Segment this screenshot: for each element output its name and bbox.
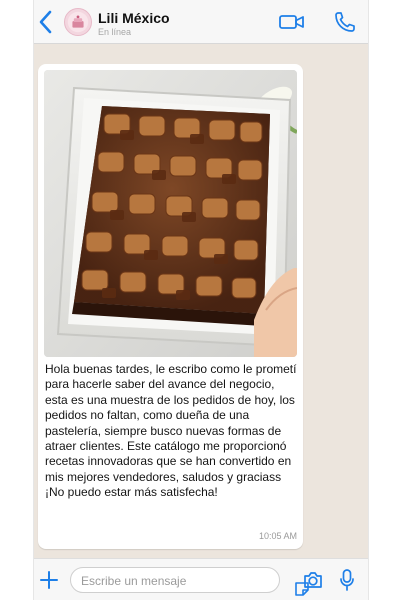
cake-logo-icon — [67, 11, 89, 33]
chevron-left-icon[interactable] — [36, 9, 56, 35]
message-photo[interactable] — [44, 70, 297, 357]
avatar[interactable] — [64, 8, 92, 36]
message-bubble[interactable]: Hola buenas tardes, le escribo como le p… — [38, 64, 303, 549]
message-input[interactable]: Escribe un mensaje — [70, 567, 309, 596]
plus-icon[interactable] — [39, 570, 59, 590]
contact-status: En línea — [98, 27, 132, 37]
input-bar: Escribe un mensaje — [34, 558, 368, 600]
brownie-photo — [44, 70, 297, 357]
message-time: 10:05 AM — [258, 531, 297, 541]
frame-edge-right — [368, 0, 369, 600]
phone-icon[interactable] — [333, 10, 357, 34]
microphone-icon[interactable] — [339, 568, 355, 592]
chat-screen: Lili México En línea Hola buenas tardes,… — [34, 0, 368, 600]
chat-header: Lili México En línea — [34, 0, 368, 44]
message-text: Hola buenas tardes, le escribo como le p… — [45, 362, 297, 500]
contact-name[interactable]: Lili México — [98, 10, 170, 26]
video-camera-icon[interactable] — [278, 11, 306, 33]
camera-icon[interactable] — [302, 569, 324, 591]
message-input-placeholder: Escribe un mensaje — [81, 574, 187, 588]
